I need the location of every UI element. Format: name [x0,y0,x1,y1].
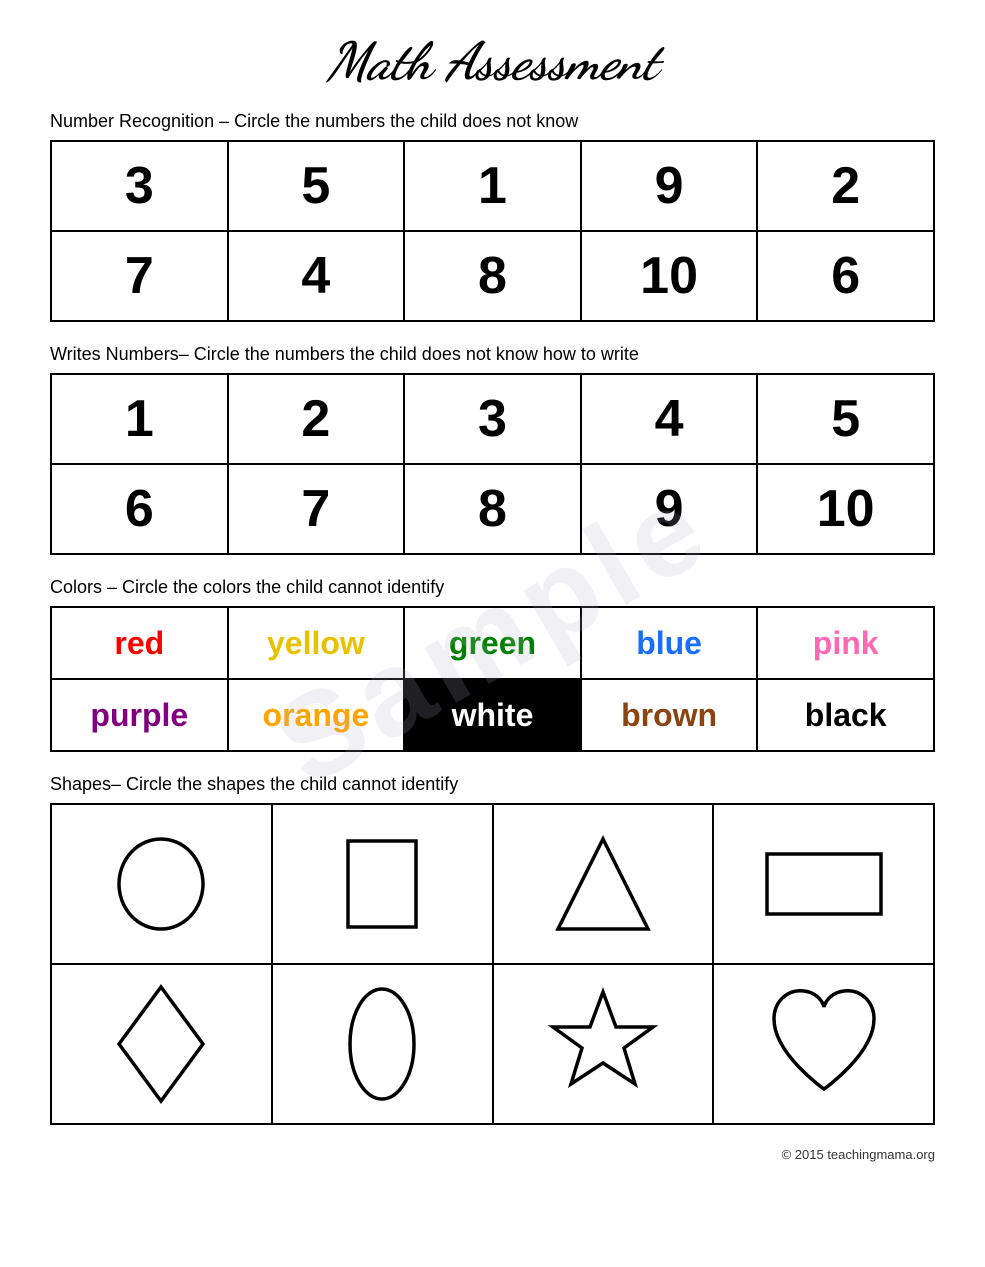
shape-oval [272,964,493,1124]
table-row: 1 [51,374,228,464]
table-row: 2 [228,374,405,464]
table-row: 1 [404,141,581,231]
table-row: 8 [404,464,581,554]
table-row: 5 [757,374,934,464]
shapes-table [50,803,935,1125]
table-row: 4 [581,374,758,464]
table-row: 9 [581,141,758,231]
table-row: 6 [51,464,228,554]
triangle-icon [548,829,658,939]
writes-numbers-section: Writes Numbers– Circle the numbers the c… [50,344,935,555]
color-white: white [404,679,581,751]
color-purple: purple [51,679,228,751]
color-blue: blue [581,607,758,679]
table-row: 3 [404,374,581,464]
shape-diamond [51,964,272,1124]
color-black: black [757,679,934,751]
table-row: 5 [228,141,405,231]
table-row: 9 [581,464,758,554]
color-green: green [404,607,581,679]
table-row: 6 [757,231,934,321]
color-red: red [51,607,228,679]
star-icon [543,984,663,1104]
shape-rectangle [713,804,934,964]
table-row: 10 [757,464,934,554]
number-recognition-label: Number Recognition – Circle the numbers … [50,111,935,132]
shapes-section: Shapes– Circle the shapes the child cann… [50,774,935,1125]
page-title: Math Assessment [50,30,935,93]
table-row: 7 [228,464,405,554]
square-icon [332,829,432,939]
colors-table: red yellow green blue pink purple orange… [50,606,935,752]
shape-triangle [493,804,714,964]
table-row: 2 [757,141,934,231]
color-yellow: yellow [228,607,405,679]
color-pink: pink [757,607,934,679]
heart-icon [764,979,884,1109]
table-row: 7 [51,231,228,321]
shape-star [493,964,714,1124]
shape-heart [713,964,934,1124]
oval-icon [342,979,422,1109]
circle-icon [111,829,211,939]
color-brown: brown [581,679,758,751]
shape-square [272,804,493,964]
writes-numbers-label: Writes Numbers– Circle the numbers the c… [50,344,935,365]
colors-label: Colors – Circle the colors the child can… [50,577,935,598]
shape-circle [51,804,272,964]
table-row: 10 [581,231,758,321]
table-row: 8 [404,231,581,321]
color-orange: orange [228,679,405,751]
diamond-icon [111,979,211,1109]
number-recognition-section: Number Recognition – Circle the numbers … [50,111,935,322]
colors-section: Colors – Circle the colors the child can… [50,577,935,752]
rectangle-icon [759,839,889,929]
writes-numbers-table: 1 2 3 4 5 6 7 8 9 10 [50,373,935,555]
number-recognition-table: 3 5 1 9 2 7 4 8 10 6 [50,140,935,322]
shapes-label: Shapes– Circle the shapes the child cann… [50,774,935,795]
table-row: 4 [228,231,405,321]
table-row: 3 [51,141,228,231]
footer-text: © 2015 teachingmama.org [50,1147,935,1162]
